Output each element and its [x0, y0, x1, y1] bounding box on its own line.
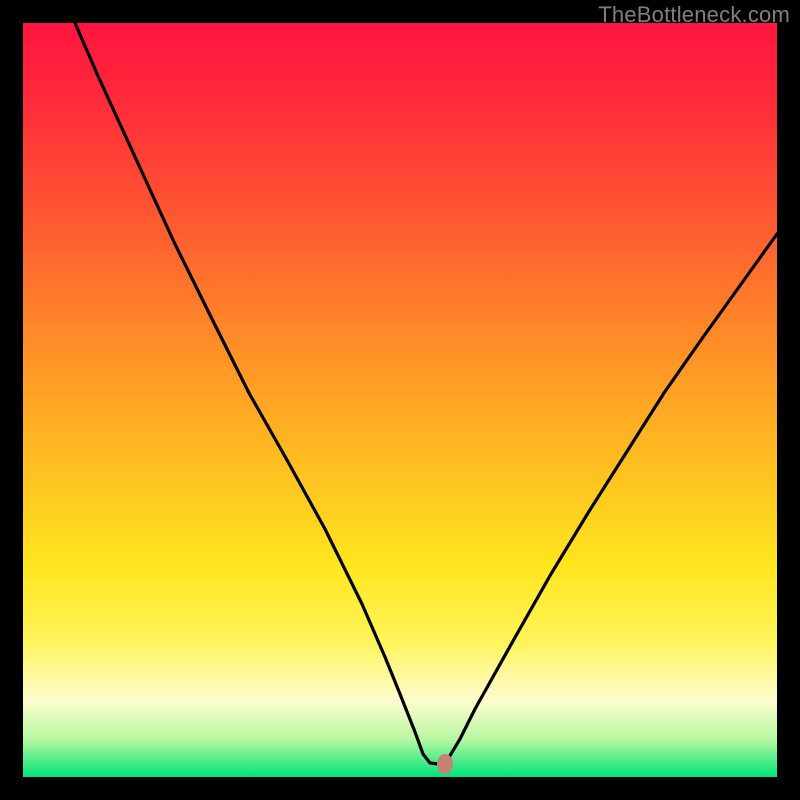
optimum-marker	[437, 754, 453, 774]
bottleneck-curve	[23, 23, 777, 777]
watermark-text: TheBottleneck.com	[598, 2, 790, 28]
chart-frame: TheBottleneck.com	[0, 0, 800, 800]
plot-area	[23, 23, 777, 777]
curve-path	[75, 23, 777, 764]
